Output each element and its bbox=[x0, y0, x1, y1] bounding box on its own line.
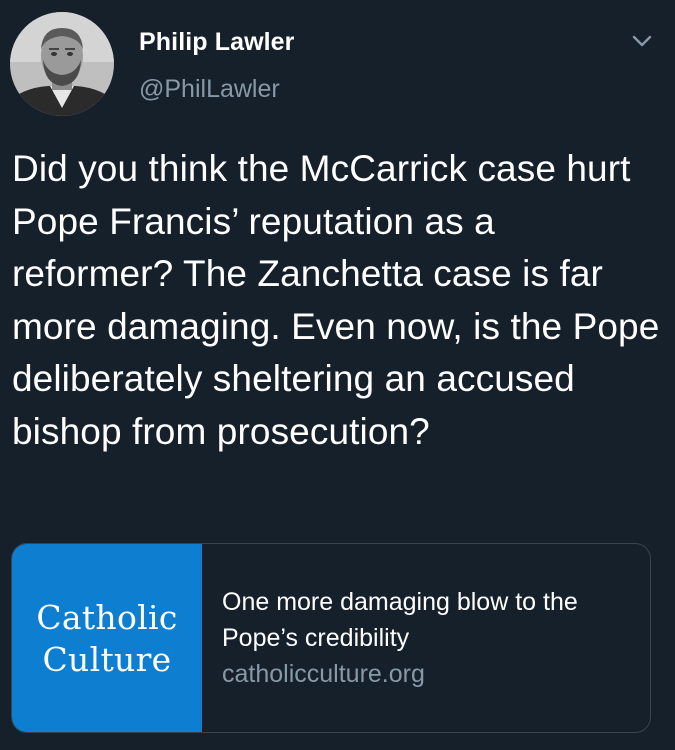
card-domain: catholicculture.org bbox=[222, 660, 425, 688]
thumbnail-brand-line-1: Catholic bbox=[36, 598, 178, 637]
card-body: One more damaging blow to the Pope’s cre… bbox=[222, 584, 642, 692]
tweet-text: Did you think the McCarrick case hurt Po… bbox=[12, 148, 660, 452]
link-preview-card[interactable]: Catholic Culture One more damaging blow … bbox=[11, 543, 651, 733]
chevron-down-icon bbox=[632, 35, 652, 47]
author-avatar[interactable] bbox=[10, 12, 114, 116]
card-thumbnail: Catholic Culture bbox=[12, 544, 202, 732]
thumbnail-brand-line-2: Culture bbox=[42, 640, 172, 679]
author-handle[interactable]: @PhilLawler bbox=[139, 75, 280, 104]
tweet-menu-button[interactable] bbox=[630, 32, 654, 50]
card-title: One more damaging blow to the Pope’s cre… bbox=[222, 588, 578, 652]
author-display-name[interactable]: Philip Lawler bbox=[139, 28, 295, 57]
avatar-photo bbox=[10, 12, 114, 116]
tweet[interactable]: Philip Lawler @PhilLawler Did you think … bbox=[0, 0, 675, 750]
